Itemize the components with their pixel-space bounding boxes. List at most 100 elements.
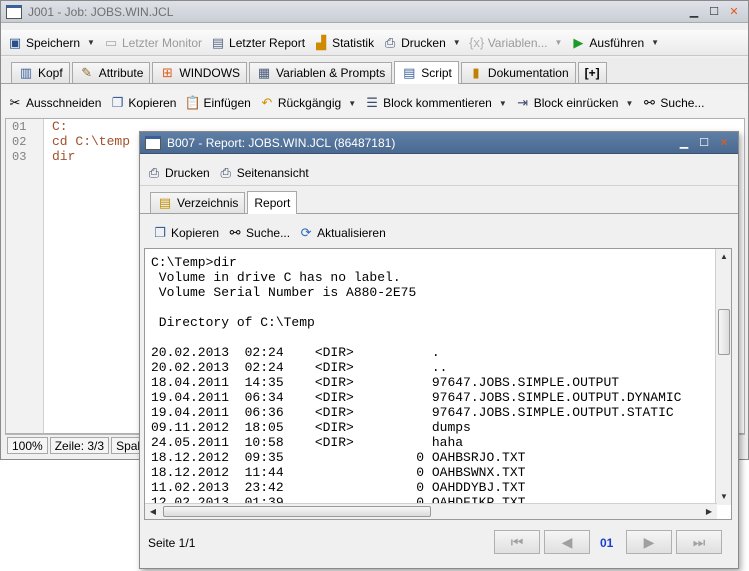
report-line: 18.04.2011 14:35 <DIR> 97647.JOBS.SIMPLE… [151,375,620,390]
chevron-down-icon[interactable]: ▼ [555,38,563,47]
refresh-button[interactable]: ⟳ Aktualisieren [298,225,386,241]
tab-attribute[interactable]: ✎ Attribute [71,62,151,83]
last-page-button[interactable]: ⏭ [676,530,722,554]
variables-button[interactable]: {x} Variablen... ▼ [469,34,563,51]
undo-button[interactable]: ↶ Rückgängig ▼ [259,95,356,111]
page-number: 01 [600,536,614,550]
tab-verzeichnis[interactable]: ▤ Verzeichnis [150,192,246,213]
statistics-icon: ▟ [316,34,327,50]
horizontal-scrollbar[interactable]: ◀ ▶ [145,503,717,519]
tab-label: Verzeichnis [177,196,239,210]
copy-button[interactable]: ❐ Kopieren [109,95,177,111]
monitor-icon: ▭ [104,34,118,50]
scroll-right-icon[interactable]: ▶ [702,505,716,519]
comment-block-button[interactable]: ☰ Block kommentieren ▼ [364,95,507,111]
tab-kopf[interactable]: ▥ Kopf [11,62,70,83]
previous-page-button[interactable]: ◀ [544,530,590,554]
report-title-bar[interactable]: B007 - Report: JOBS.WIN.JCL (86487181) ▁… [140,132,738,154]
last-report-button[interactable]: ▤ Letzter Report [210,35,305,51]
zoom-level: 100% [7,437,48,454]
first-page-icon: ⏮ [510,533,524,550]
tab-label: Attribute [98,66,144,80]
statistics-button[interactable]: ▟ Statistik [313,35,374,51]
directory-icon: ▤ [158,195,172,210]
chevron-down-icon[interactable]: ▼ [453,38,461,47]
line-number: 03 [12,150,27,164]
report-search-button[interactable]: ⚯ Suche... [227,225,290,241]
report-line: 09.11.2012 18:05 <DIR> dumps [151,420,471,435]
line-indicator: Zeile: 3/3 [49,437,110,454]
undo-icon: ↶ [261,95,273,110]
execute-button[interactable]: ▶ Ausführen ▼ [570,35,659,51]
comment-icon: ☰ [366,95,378,110]
tab-script[interactable]: ▤ Script [394,61,459,84]
tab-label: Kopf [38,66,63,80]
scroll-up-icon[interactable]: ▲ [717,250,731,264]
cut-button[interactable]: ✂ Ausschneiden [7,95,102,111]
script-line[interactable]: dir [52,149,75,164]
scrollbar-thumb[interactable] [163,506,431,517]
script-line[interactable]: cd C:\temp [52,134,130,149]
chevron-down-icon[interactable]: ▼ [499,99,507,108]
tab-report[interactable]: Report [247,191,298,214]
tab-add[interactable]: [+] [577,62,607,83]
report-line: 19.04.2011 06:36 <DIR> 97647.JOBS.SIMPLE… [151,405,674,420]
tab-windows[interactable]: ⊞ WINDOWS [152,62,248,83]
statistics-label: Statistik [332,35,375,50]
line-number-gutter [6,119,44,433]
chevron-down-icon[interactable]: ▼ [87,38,95,47]
report-content[interactable]: C:\Temp>dir Volume in drive C has no lab… [144,248,732,520]
report-copy-label: Kopieren [171,226,220,240]
last-monitor-button[interactable]: ▭ Letzter Monitor [103,35,202,51]
search-button[interactable]: ⚯ Suche... [641,95,704,111]
vertical-scrollbar[interactable]: ▲ ▼ [715,249,731,505]
report-line: 18.12.2012 09:35 0 OAHBSRJO.TXT [151,450,526,465]
binoculars-icon: ⚯ [643,95,655,110]
close-icon[interactable]: ✕ [716,136,732,150]
paste-label: Einfügen [203,96,251,110]
paste-button[interactable]: 📋 Einfügen [184,95,250,111]
script-line[interactable]: C: [52,119,68,134]
line-number: 02 [12,135,27,149]
report-line: 20.02.2013 02:24 <DIR> . [151,345,440,360]
refresh-icon: ⟳ [300,225,312,240]
scroll-down-icon[interactable]: ▼ [717,490,731,504]
scrollbar-thumb[interactable] [718,309,730,355]
comment-block-label: Block kommentieren [383,96,492,110]
attributes-icon: ✎ [81,65,93,80]
report-copy-button[interactable]: ❐ Kopieren [152,225,219,241]
script-icon: ▤ [403,65,416,80]
main-title-bar[interactable]: J001 - Job: JOBS.WIN.JCL ▁ ☐ ✕ [1,1,748,23]
chevron-down-icon[interactable]: ▼ [651,38,659,47]
line-number: 01 [12,120,27,134]
refresh-label: Aktualisieren [317,226,386,240]
close-icon[interactable]: ✕ [726,5,742,19]
chevron-down-icon[interactable]: ▼ [348,99,356,108]
minimize-icon[interactable]: ▁ [676,136,692,150]
maximize-icon[interactable]: ☐ [696,136,712,150]
report-print-label: Drucken [165,165,210,180]
print-button[interactable]: ⎙ Drucken ▼ [382,35,461,51]
variables-icon: {x} [469,34,485,50]
maximize-icon[interactable]: ☐ [706,5,722,19]
report-tab-strip: ▤ Verzeichnis Report [140,190,738,214]
tab-variables-prompts[interactable]: ▦ Variablen & Prompts [249,62,393,83]
indent-block-button[interactable]: ⇥ Block einrücken ▼ [515,95,633,111]
minimize-icon[interactable]: ▁ [686,5,702,19]
execute-label: Ausführen [589,35,645,50]
report-line: 19.04.2011 06:34 <DIR> 97647.JOBS.SIMPLE… [151,390,682,405]
tab-dokumentation[interactable]: ▮ Dokumentation [460,62,576,83]
chevron-down-icon[interactable]: ▼ [625,99,633,108]
report-print-button[interactable]: ⎙ Drucken [146,165,210,181]
page-label: Seite 1/1 [148,536,196,550]
print-label: Drucken [401,35,446,50]
last-report-label: Letzter Report [229,35,306,50]
first-page-button[interactable]: ⏮ [494,530,540,554]
cut-label: Ausschneiden [26,96,102,110]
search-label: Suche... [660,96,705,110]
page-view-button[interactable]: ⎙ Seitenansicht [218,165,308,181]
next-page-button[interactable]: ▶ [626,530,672,554]
scroll-left-icon[interactable]: ◀ [146,505,160,519]
report-actions-toolbar: ❐ Kopieren ⚯ Suche... ⟳ Aktualisieren [140,220,738,246]
save-button[interactable]: ▣ Speichern ▼ [7,35,95,51]
